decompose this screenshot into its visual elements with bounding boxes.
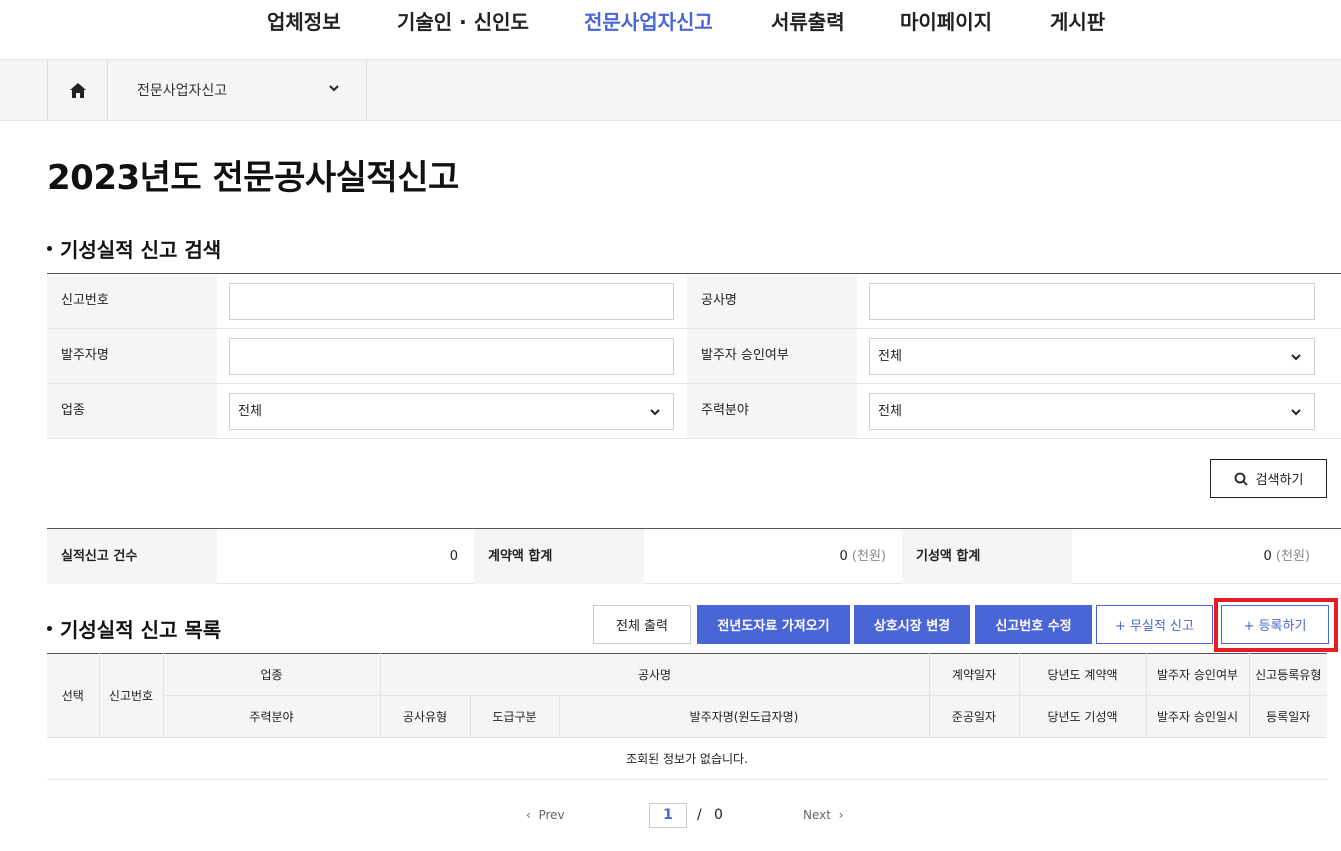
report-count-label: 실적신고 건수 (47, 529, 217, 584)
no-record-report-button[interactable]: + 무실적 신고 (1096, 605, 1213, 644)
col-header-project-name: 공사명 (380, 653, 930, 696)
col-header-main-field: 주력분야 (163, 695, 381, 738)
totals-summary: 실적신고 건수 0 계약액 합계 0 (천원) 기성액 합계 0 (천원) (47, 528, 1341, 584)
home-button[interactable] (47, 60, 108, 121)
chevron-right-icon: › (838, 808, 844, 822)
list-section-title: 기성실적 신고 목록 (47, 614, 221, 643)
report-count-value: 0 (449, 549, 458, 564)
col-header-contract-kind: 도급구분 (470, 695, 560, 738)
breadcrumb-menu-select[interactable]: 전문사업자신고 (108, 60, 367, 121)
progress-total-value: 0 (1263, 549, 1272, 564)
client-name-input[interactable] (229, 338, 674, 375)
chevron-down-icon (1291, 354, 1301, 361)
industry-label: 업종 (47, 384, 217, 438)
progress-total-unit: (천원) (1275, 549, 1310, 564)
nav-item-board[interactable]: 게시판 (1050, 6, 1105, 35)
col-header-year-progress: 당년도 기성액 (1019, 695, 1147, 738)
project-name-input[interactable] (869, 283, 1315, 320)
col-header-reg-type: 신고등록유형 (1249, 653, 1327, 696)
nav-item-company-info[interactable]: 업체정보 (267, 6, 341, 35)
contract-total: 0 (천원) (644, 529, 887, 584)
nav-item-specialty-report[interactable]: 전문사업자신고 (584, 6, 713, 35)
chevron-left-icon: ‹ (526, 808, 531, 822)
home-icon (69, 83, 86, 98)
register-highlight-box (1214, 598, 1338, 652)
col-header-completion-date: 준공일자 (929, 695, 1020, 738)
contract-total-label: 계약액 합계 (474, 529, 644, 584)
chevron-down-icon (650, 409, 660, 416)
client-name-label: 발주자명 (47, 329, 217, 383)
search-section-title-text: 기성실적 신고 검색 (60, 238, 222, 262)
nav-item-document-print[interactable]: 서류출력 (771, 6, 845, 35)
progress-total: 0 (천원) (1072, 529, 1311, 584)
page-title: 2023년도 전문공사실적신고 (47, 158, 459, 198)
industry-value: 전체 (238, 404, 262, 419)
col-header-approval-date: 발주자 승인일시 (1146, 695, 1250, 738)
search-section-title: 기성실적 신고 검색 (47, 234, 221, 263)
client-approval-value: 전체 (878, 349, 902, 364)
contract-total-value: 0 (839, 549, 848, 564)
report-list-table: 선택 신고번호 업종 공사명 계약일자 당년도 계약액 발주자 승인여부 신고등… (47, 653, 1327, 780)
breadcrumb: 전문사업자신고 (0, 60, 1341, 121)
search-form-row: 업종 전체 주력분야 전체 (47, 384, 1341, 439)
page-number-input[interactable]: 1 (649, 803, 687, 828)
nav-item-my-page[interactable]: 마이페이지 (900, 6, 992, 35)
total-pages: 0 (714, 807, 723, 823)
search-form-row: 발주자명 발주자 승인여부 전체 (47, 329, 1341, 384)
import-prev-year-button[interactable]: 전년도자료 가져오기 (697, 605, 850, 644)
search-icon (1234, 472, 1248, 486)
prev-label: Prev (538, 808, 565, 822)
client-approval-select[interactable]: 전체 (869, 338, 1315, 375)
search-form-row: 신고번호 공사명 (47, 274, 1341, 329)
industry-select[interactable]: 전체 (229, 393, 674, 430)
search-form: 신고번호 공사명 발주자명 발주자 승인여부 전체 업종 전체 주력분야 전체 (47, 273, 1341, 439)
client-approval-label: 발주자 승인여부 (687, 329, 857, 383)
progress-total-label: 기성액 합계 (902, 529, 1072, 584)
report-no-input[interactable] (229, 283, 674, 320)
edit-report-no-button[interactable]: 신고번호 수정 (975, 605, 1092, 644)
search-button-label: 검색하기 (1255, 473, 1304, 488)
table-row: 조회된 정보가 없습니다. (47, 737, 1327, 780)
prev-page-button[interactable]: ‹ Prev (526, 808, 565, 822)
next-page-button[interactable]: Next › (803, 808, 843, 822)
print-all-button[interactable]: 전체 출력 (593, 605, 691, 644)
bullet-icon (47, 626, 52, 631)
pagination: ‹ Prev 1 / 0 Next › (0, 803, 1341, 829)
report-no-label: 신고번호 (47, 274, 217, 328)
chevron-down-icon (329, 85, 339, 92)
main-field-select[interactable]: 전체 (869, 393, 1315, 430)
project-name-label: 공사명 (687, 274, 857, 328)
breadcrumb-current-label: 전문사업자신고 (137, 83, 228, 99)
col-header-report-no: 신고번호 (99, 653, 164, 738)
col-header-client: 발주자명(원도급자명) (559, 695, 930, 738)
main-field-label: 주력분야 (687, 384, 857, 438)
col-header-year-contract: 당년도 계약액 (1019, 653, 1147, 696)
col-header-select: 선택 (47, 653, 100, 738)
list-section-title-text: 기성실적 신고 목록 (60, 618, 222, 642)
chevron-down-icon (1291, 409, 1301, 416)
col-header-reg-date: 등록일자 (1249, 695, 1327, 738)
col-header-industry: 업종 (163, 653, 381, 696)
empty-message: 조회된 정보가 없습니다. (47, 737, 1327, 780)
change-company-name-button[interactable]: 상호시장 변경 (854, 605, 970, 644)
page-separator: / (697, 807, 702, 823)
top-nav: 업체정보 기술인 · 신인도 전문사업자신고 서류출력 마이페이지 게시판 (0, 0, 1341, 60)
contract-total-unit: (천원) (851, 549, 886, 564)
search-button[interactable]: 검색하기 (1210, 459, 1327, 498)
col-header-project-type: 공사유형 (380, 695, 471, 738)
col-header-approval: 발주자 승인여부 (1146, 653, 1250, 696)
col-header-contract-date: 계약일자 (929, 653, 1020, 696)
bullet-icon (47, 246, 52, 251)
nav-item-technician[interactable]: 기술인 · 신인도 (397, 6, 529, 35)
next-label: Next (803, 808, 831, 822)
main-field-value: 전체 (878, 404, 902, 419)
